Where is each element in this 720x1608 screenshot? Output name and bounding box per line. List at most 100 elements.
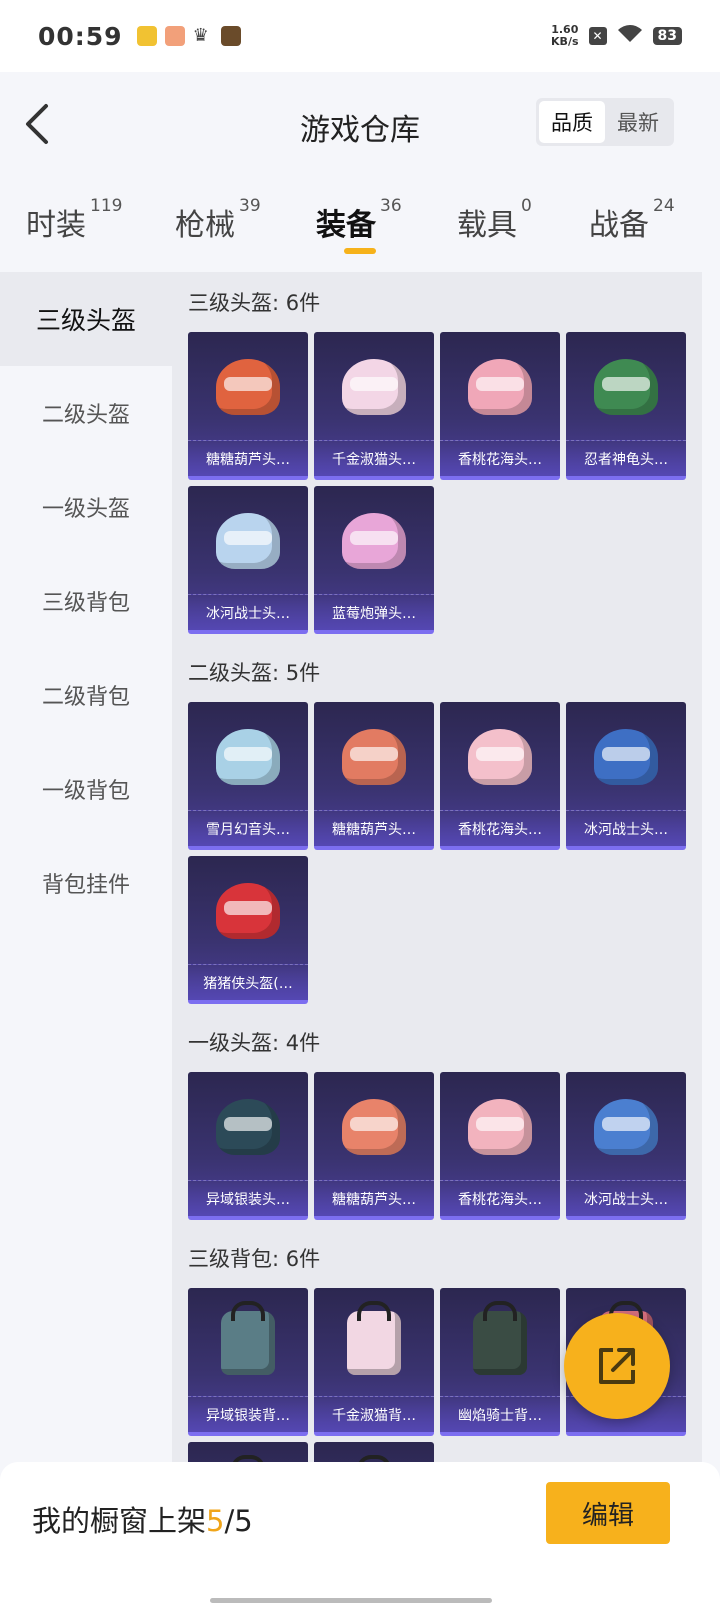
item-name: 糖糖葫芦头… bbox=[188, 440, 308, 476]
sidebar-item-level1-backpack[interactable]: 一级背包 bbox=[0, 742, 172, 836]
item-card[interactable]: 雪月幻音头… bbox=[188, 702, 308, 850]
backpack-icon bbox=[314, 1442, 434, 1462]
item-card[interactable]: 蓝莓炮弹头… bbox=[314, 486, 434, 634]
item-name: 忍者神龟头… bbox=[566, 440, 686, 476]
showcase-total: 5 bbox=[234, 1504, 253, 1538]
status-time: 00:59 bbox=[38, 21, 123, 51]
tab-label: 时装 bbox=[26, 208, 86, 243]
item-card[interactable]: 千金淑猫背… bbox=[314, 1288, 434, 1436]
item-card[interactable]: 糖糖葫芦头… bbox=[314, 1072, 434, 1220]
tab-label: 装备 bbox=[316, 208, 376, 243]
item-card[interactable]: 糖糖葫芦头… bbox=[314, 702, 434, 850]
item-card[interactable] bbox=[188, 1442, 308, 1462]
tab-vehicles[interactable]: 载具0 bbox=[457, 196, 532, 244]
edit-button[interactable]: 编辑 bbox=[546, 1482, 670, 1544]
tab-count: 119 bbox=[90, 196, 123, 216]
item-name: 香桃花海头… bbox=[440, 810, 560, 846]
bottom-bar: 我的橱窗上架5/5 编辑 bbox=[0, 1462, 720, 1608]
app-notification-icon bbox=[164, 26, 185, 46]
item-card[interactable]: 幽焰骑士背… bbox=[440, 1288, 560, 1436]
helmet-icon bbox=[188, 332, 308, 442]
item-card[interactable] bbox=[314, 1442, 434, 1462]
item-name: 千金淑猫头… bbox=[314, 440, 434, 476]
sort-newest-button[interactable]: 最新 bbox=[605, 101, 671, 143]
item-card[interactable]: 香桃花海头… bbox=[440, 332, 560, 480]
sidebar: 三级头盔 二级头盔 一级头盔 三级背包 二级背包 一级背包 背包挂件 bbox=[0, 272, 172, 1608]
tab-count: 39 bbox=[239, 196, 261, 216]
showcase-label: 我的橱窗上架 bbox=[32, 1504, 207, 1538]
section-title: 三级头盔: 6件 bbox=[188, 291, 321, 315]
tab-label: 战备 bbox=[589, 208, 649, 243]
sidebar-item-level3-helmet[interactable]: 三级头盔 bbox=[0, 272, 172, 366]
showcase-current: 5 bbox=[206, 1504, 225, 1538]
item-name: 异域银装头… bbox=[188, 1180, 308, 1216]
item-card[interactable]: 忍者神龟头… bbox=[566, 332, 686, 480]
item-card[interactable]: 猪猪侠头盔(… bbox=[188, 856, 308, 1004]
backpack-icon bbox=[440, 1288, 560, 1398]
item-name: 蓝莓炮弹头… bbox=[314, 594, 434, 630]
item-card[interactable]: 千金淑猫头… bbox=[314, 332, 434, 480]
sidebar-item-backpack-charm[interactable]: 背包挂件 bbox=[0, 836, 172, 930]
item-list[interactable]: 三级头盔: 6件 糖糖葫芦头… 千金淑猫头… 香桃花海头… 忍者神龟头… 冰河战士头… 蓝莓… bbox=[172, 272, 702, 1462]
item-grid: 糖糖葫芦头… 千金淑猫头… 香桃花海头… 忍者神龟头… 冰河战士头… 蓝莓炮弹头… bbox=[188, 332, 688, 634]
helmet-icon bbox=[566, 1072, 686, 1182]
sidebar-item-level2-backpack[interactable]: 二级背包 bbox=[0, 648, 172, 742]
item-name: 冰河战士头… bbox=[566, 1180, 686, 1216]
tab-gear[interactable]: 战备24 bbox=[589, 196, 675, 244]
helmet-icon bbox=[188, 486, 308, 596]
helmet-icon bbox=[188, 1072, 308, 1182]
share-button[interactable] bbox=[564, 1313, 670, 1419]
item-card[interactable]: 糖糖葫芦头… bbox=[188, 332, 308, 480]
wifi-icon bbox=[617, 24, 643, 49]
item-card[interactable]: 冰河战士头… bbox=[566, 1072, 686, 1220]
share-icon bbox=[599, 1348, 635, 1384]
item-name: 冰河战士头… bbox=[188, 594, 308, 630]
sidebar-item-level1-helmet[interactable]: 一级头盔 bbox=[0, 460, 172, 554]
crown-icon: ♛ bbox=[192, 25, 209, 46]
tab-fashion[interactable]: 时装119 bbox=[26, 196, 122, 244]
item-name: 幽焰骑士背… bbox=[440, 1396, 560, 1432]
item-grid: 异域银装头… 糖糖葫芦头… 香桃花海头… 冰河战士头… bbox=[188, 1072, 688, 1220]
item-card[interactable]: 香桃花海头… bbox=[440, 1072, 560, 1220]
item-card[interactable]: 异域银装头… bbox=[188, 1072, 308, 1220]
item-card[interactable]: 香桃花海头… bbox=[440, 702, 560, 850]
app-notification-icon bbox=[136, 26, 157, 46]
tab-label: 载具 bbox=[457, 208, 517, 243]
helmet-icon bbox=[188, 856, 308, 966]
sidebar-item-level2-helmet[interactable]: 二级头盔 bbox=[0, 366, 172, 460]
section-title: 三级背包: 6件 bbox=[188, 1247, 321, 1271]
helmet-icon bbox=[188, 702, 308, 812]
status-bar: 00:59 ♛ 1.60 KB/s ✕ 83 bbox=[0, 0, 720, 72]
item-name: 猪猪侠头盔(… bbox=[188, 964, 308, 1000]
tab-label: 枪械 bbox=[175, 208, 235, 243]
active-tab-indicator bbox=[344, 248, 376, 254]
helmet-icon bbox=[314, 486, 434, 596]
item-card[interactable]: 冰河战士头… bbox=[566, 702, 686, 850]
item-name: 香桃花海头… bbox=[440, 1180, 560, 1216]
item-name: 千金淑猫背… bbox=[314, 1396, 434, 1432]
item-grid: 雪月幻音头… 糖糖葫芦头… 香桃花海头… 冰河战士头… 猪猪侠头盔(… bbox=[188, 702, 688, 1004]
network-speed: 1.60 KB/s bbox=[551, 24, 578, 48]
item-card[interactable]: 异域银装背… bbox=[188, 1288, 308, 1436]
backpack-icon bbox=[188, 1288, 308, 1398]
sort-quality-button[interactable]: 品质 bbox=[539, 101, 605, 143]
network-speed-unit: KB/s bbox=[551, 35, 579, 48]
item-name: 糖糖葫芦头… bbox=[314, 1180, 434, 1216]
helmet-icon bbox=[566, 332, 686, 442]
item-name: 糖糖葫芦头… bbox=[314, 810, 434, 846]
tab-count: 36 bbox=[380, 196, 402, 216]
item-name: 雪月幻音头… bbox=[188, 810, 308, 846]
item-card[interactable]: 冰河战士头… bbox=[188, 486, 308, 634]
showcase-separator: / bbox=[224, 1504, 235, 1538]
sim-off-icon: ✕ bbox=[588, 27, 607, 45]
helmet-icon bbox=[440, 1072, 560, 1182]
notification-icons: ♛ bbox=[136, 25, 241, 46]
helmet-icon bbox=[314, 332, 434, 442]
section-title: 一级头盔: 4件 bbox=[188, 1031, 321, 1055]
battery-icon: 83 bbox=[652, 27, 682, 45]
tab-guns[interactable]: 枪械39 bbox=[175, 196, 261, 244]
helmet-icon bbox=[314, 1072, 434, 1182]
section-title: 二级头盔: 5件 bbox=[188, 661, 321, 685]
sidebar-item-level3-backpack[interactable]: 三级背包 bbox=[0, 554, 172, 648]
tab-equipment[interactable]: 装备36 bbox=[316, 196, 402, 244]
